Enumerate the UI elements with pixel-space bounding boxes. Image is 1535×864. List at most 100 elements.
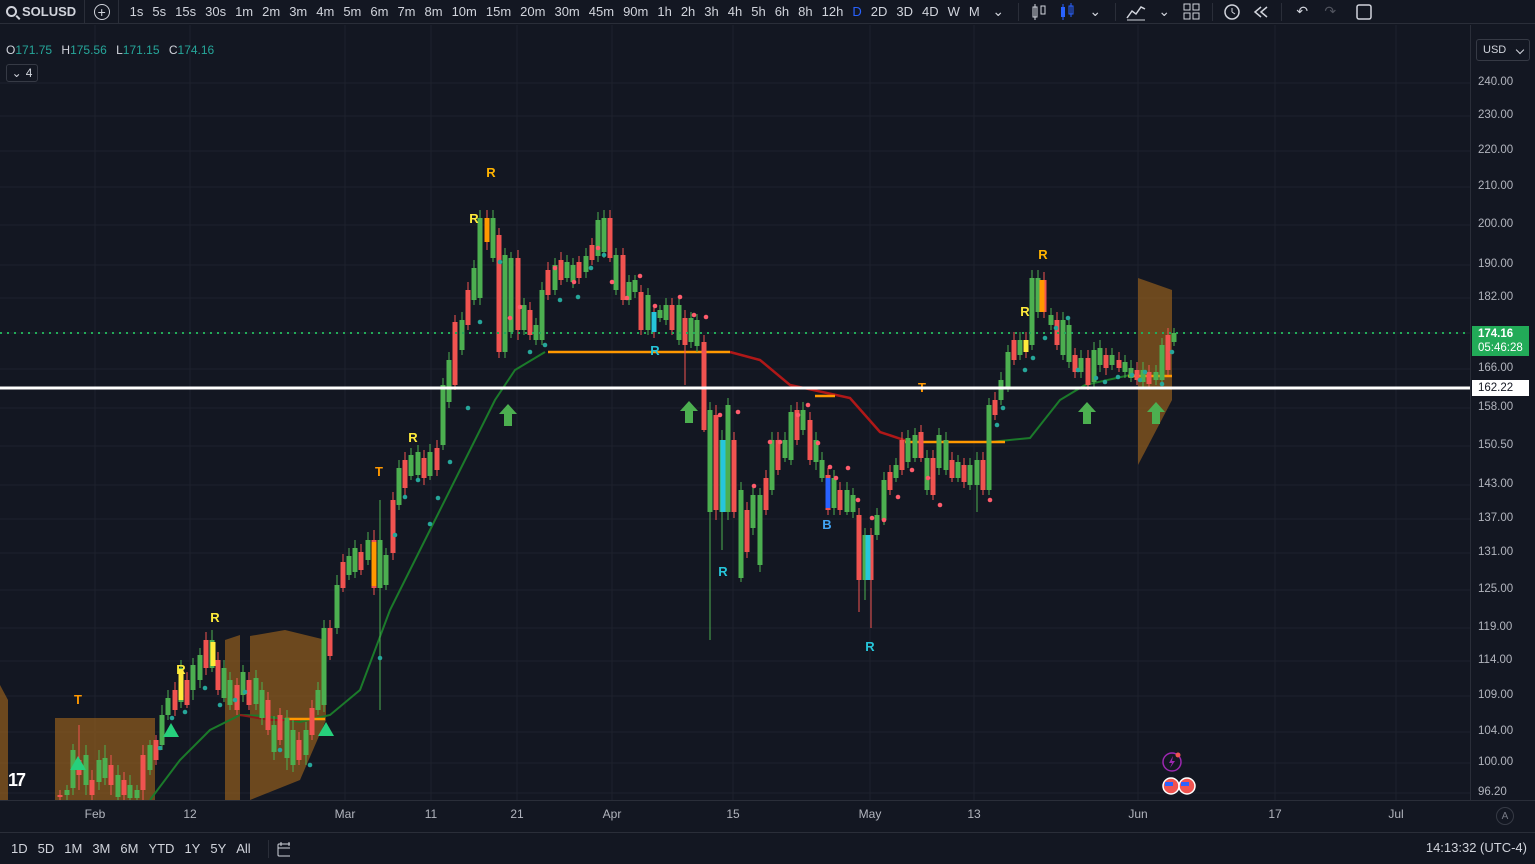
trend-dot — [869, 515, 875, 521]
interval-3m[interactable]: 3m — [285, 4, 311, 19]
buy-arrow-icon — [680, 401, 698, 423]
auto-scale-button[interactable]: A — [1496, 807, 1514, 825]
interval-1m[interactable]: 1m — [231, 4, 257, 19]
interval-3d[interactable]: 3D — [892, 4, 917, 19]
candle-body — [961, 465, 967, 482]
compare-symbol-button[interactable]: + — [85, 0, 120, 24]
goto-date-icon[interactable] — [267, 839, 290, 858]
interval-4h[interactable]: 4h — [724, 4, 746, 19]
candle-body — [396, 468, 402, 505]
range-6m[interactable]: 6M — [115, 841, 143, 856]
interval-10m[interactable]: 10m — [448, 4, 481, 19]
interval-15s[interactable]: 15s — [171, 4, 200, 19]
interval-6m[interactable]: 6m — [366, 4, 392, 19]
signal-label: T — [74, 692, 82, 707]
trend-dot — [1115, 374, 1121, 380]
interval-5m[interactable]: 5m — [339, 4, 365, 19]
signal-label: R — [1038, 247, 1048, 262]
clock-timezone[interactable]: 14:13:32 (UTC-4) — [1426, 840, 1527, 855]
candle-body — [1109, 355, 1115, 365]
trend-dot — [217, 702, 223, 708]
candle-body — [377, 540, 383, 588]
range-5y[interactable]: 5Y — [205, 841, 231, 856]
interval-2d[interactable]: 2D — [867, 4, 892, 19]
interval-7m[interactable]: 7m — [393, 4, 419, 19]
candle-body — [1060, 320, 1066, 355]
trend-dot — [937, 502, 943, 508]
interval-4d[interactable]: 4D — [918, 4, 943, 19]
chart-pane[interactable]: RRRTRRTRRBRTRR — [0, 25, 1470, 800]
interval-4m[interactable]: 4m — [312, 4, 338, 19]
interval-w[interactable]: W — [944, 4, 964, 19]
candle-body — [583, 256, 589, 272]
range-3m[interactable]: 3M — [87, 841, 115, 856]
candle-body — [290, 730, 296, 765]
currency-select[interactable]: USD — [1476, 39, 1530, 61]
interval-5s[interactable]: 5s — [148, 4, 170, 19]
range-5d[interactable]: 5D — [33, 841, 60, 856]
interval-3h[interactable]: 3h — [700, 4, 722, 19]
trend-dot — [595, 245, 601, 251]
layouts-icon[interactable] — [1178, 0, 1206, 24]
interval-45m[interactable]: 45m — [585, 4, 618, 19]
candle-body — [763, 478, 769, 510]
indicators-toggle[interactable]: ⌄ 4 — [6, 64, 38, 82]
candles-style-icon[interactable] — [1053, 0, 1081, 24]
candle-body — [358, 552, 364, 570]
interval-12h[interactable]: 12h — [818, 4, 848, 19]
range-1d[interactable]: 1D — [6, 841, 33, 856]
range-1m[interactable]: 1M — [59, 841, 87, 856]
trend-dot — [477, 319, 483, 325]
range-1y[interactable]: 1Y — [179, 841, 205, 856]
symbol-search[interactable]: SOLUSD — [0, 0, 86, 24]
interval-30m[interactable]: 30m — [550, 4, 583, 19]
time-axis[interactable] — [0, 800, 1535, 827]
interval-d[interactable]: D — [848, 4, 865, 19]
interval-2h[interactable]: 2h — [677, 4, 699, 19]
search-icon — [6, 6, 17, 17]
bar-style-icon[interactable] — [1025, 0, 1053, 24]
candle-body — [340, 562, 346, 588]
chevron-down-icon[interactable]: ⌄ — [1150, 0, 1178, 24]
interval-2m[interactable]: 2m — [258, 4, 284, 19]
fullscreen-icon[interactable] — [1350, 0, 1378, 24]
candle-body — [490, 218, 496, 258]
candle-body — [558, 260, 564, 280]
interval-1s[interactable]: 1s — [126, 4, 148, 19]
interval-30s[interactable]: 30s — [201, 4, 230, 19]
range-all[interactable]: All — [231, 841, 255, 856]
alert-icon[interactable] — [1219, 0, 1247, 24]
trend-dot — [1169, 349, 1175, 355]
candle-body — [974, 460, 980, 485]
interval-8h[interactable]: 8h — [794, 4, 816, 19]
redo-icon[interactable]: ↷ — [1316, 0, 1344, 24]
interval-1h[interactable]: 1h — [653, 4, 675, 19]
trend-dot — [624, 295, 630, 301]
trend-dot — [377, 655, 383, 661]
candle-body — [521, 305, 527, 330]
interval-m[interactable]: M — [965, 4, 984, 19]
trend-dot — [815, 440, 821, 446]
replay-icon[interactable] — [1247, 0, 1275, 24]
candle-body — [1146, 372, 1152, 384]
candle-body — [515, 258, 521, 330]
candle-body — [731, 440, 737, 512]
indicators-icon[interactable] — [1122, 0, 1150, 24]
undo-icon[interactable]: ↶ — [1288, 0, 1316, 24]
interval-6h[interactable]: 6h — [771, 4, 793, 19]
trend-dot — [609, 279, 615, 285]
interval-20m[interactable]: 20m — [516, 4, 549, 19]
tradingview-logo-icon[interactable]: 17 — [8, 770, 26, 791]
chevron-down-icon[interactable]: ⌄ — [1081, 0, 1109, 24]
interval-8m[interactable]: 8m — [421, 4, 447, 19]
range-ytd[interactable]: YTD — [143, 841, 179, 856]
candle-body — [1017, 340, 1023, 355]
candlestick-chart[interactable]: RRRTRRTRRBRTRR — [0, 25, 1470, 800]
interval-15m[interactable]: 15m — [482, 4, 515, 19]
price-tick: 220.00 — [1478, 144, 1514, 156]
event-icons[interactable] — [1160, 752, 1205, 800]
interval-90m[interactable]: 90m — [619, 4, 652, 19]
interval-5h[interactable]: 5h — [747, 4, 769, 19]
trend-dot — [1022, 367, 1028, 373]
chevron-down-icon[interactable]: ⌄ — [984, 0, 1012, 24]
